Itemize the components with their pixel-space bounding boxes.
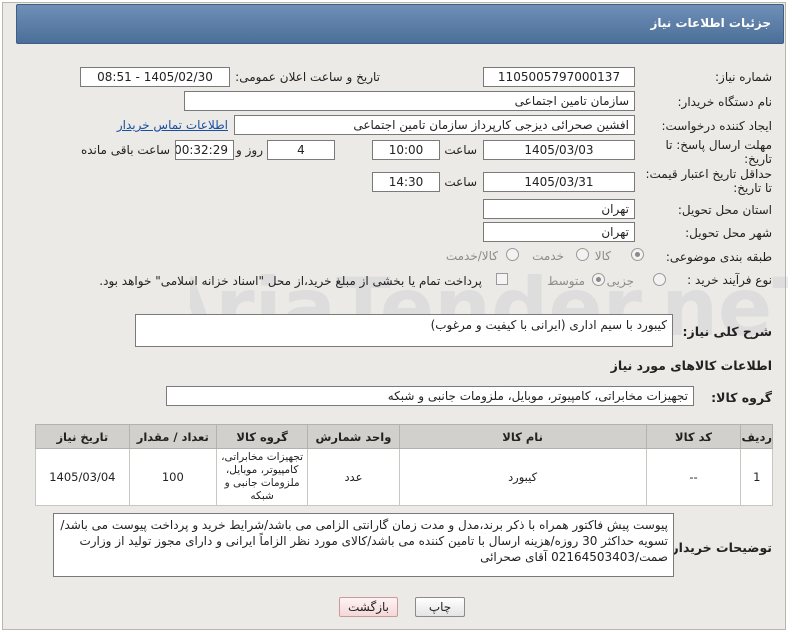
province-label: استان محل تحویل: xyxy=(677,203,772,217)
cell-group: تجهیزات مخابراتی، کامپیوتر، موبایل، ملزو… xyxy=(215,448,309,506)
buyer-notes-label: توضیحات خریدار: xyxy=(666,540,772,555)
cell-date: 1405/03/04 xyxy=(35,448,130,506)
col-code: کد کالا xyxy=(645,424,742,449)
process-radio-minor[interactable] xyxy=(653,273,666,286)
city-label: شهر محل تحویل: xyxy=(685,226,772,240)
col-unit: واحد شمارش xyxy=(307,424,400,449)
table-row: 1 -- کیبورد عدد تجهیزات مخابراتی، کامپیو… xyxy=(35,448,773,506)
treasury-payment-checkbox[interactable] xyxy=(496,273,508,285)
announce-datetime-label: تاریخ و ساعت اعلان عمومی: xyxy=(235,70,380,84)
title-bar: جزئیات اطلاعات نیاز xyxy=(16,4,784,44)
process-radio-medium[interactable] xyxy=(592,273,605,286)
items-section-title: اطلاعات کالاهای مورد نیاز xyxy=(610,358,772,373)
buyer-contact-link[interactable]: اطلاعات تماس خریدار xyxy=(117,118,228,132)
col-qty: تعداد / مقدار xyxy=(128,424,217,449)
process-type-label: نوع فرآیند خرید : xyxy=(687,273,772,287)
announce-datetime-field: 1405/02/30 - 08:51 xyxy=(80,67,230,87)
col-row: ردیف xyxy=(740,424,773,449)
category-label: طبقه بندی موضوعی: xyxy=(665,250,772,264)
remaining-time-label: ساعت باقی مانده xyxy=(80,143,170,157)
category-radio-service[interactable] xyxy=(576,248,589,261)
price-validity-label: حداقل تاریخ اعتبار قیمت: xyxy=(645,167,772,181)
need-number-field: 1105005797000137 xyxy=(483,67,635,87)
cell-code: -- xyxy=(645,448,742,506)
category-radio-goods-service[interactable] xyxy=(506,248,519,261)
category-option-goods-service: کالا/خدمت xyxy=(445,249,498,263)
general-desc-field: کیبورد با سیم اداری (ایرانی با کیفیت و م… xyxy=(135,314,673,347)
cell-qty: 100 xyxy=(128,448,217,506)
cell-unit: عدد xyxy=(307,448,400,506)
need-number-label: شماره نیاز: xyxy=(715,70,772,84)
back-button[interactable]: بازگشت xyxy=(339,597,398,617)
remaining-time-field: 00:32:29 xyxy=(175,140,234,160)
reply-deadline-label-2: تاریخ: xyxy=(744,152,772,166)
price-date-field: 1405/03/31 xyxy=(483,172,635,192)
col-name: نام کالا xyxy=(398,424,647,449)
process-option-medium: متوسط xyxy=(547,274,585,288)
days-remaining-field: 4 xyxy=(267,140,335,160)
process-option-minor: جزیی xyxy=(606,274,634,288)
items-table-header: ردیف کد کالا نام کالا واحد شمارش گروه کا… xyxy=(35,424,773,449)
cell-row: 1 xyxy=(740,448,773,506)
reply-deadline-label: مهلت ارسال پاسخ: تا xyxy=(665,138,772,152)
days-label: روز و xyxy=(236,143,263,157)
buyer-org-label: نام دستگاه خریدار: xyxy=(677,95,773,109)
print-button[interactable]: چاپ xyxy=(415,597,465,617)
requester-field: افشین صحرائی دیزجی کارپرداز سازمان تامین… xyxy=(234,115,635,135)
reply-time-label: ساعت xyxy=(444,143,477,157)
reply-time-field: 10:00 xyxy=(372,140,440,160)
col-date: تاریخ نیاز xyxy=(35,424,130,449)
goods-group-field: تجهیزات مخابراتی، کامپیوتر، موبایل، ملزو… xyxy=(166,386,694,406)
requester-label: ایجاد کننده درخواست: xyxy=(661,119,772,133)
city-field: تهران xyxy=(483,222,635,242)
cell-name: کیبورد xyxy=(398,448,647,506)
price-time-label: ساعت xyxy=(444,175,477,189)
items-table: ردیف کد کالا نام کالا واحد شمارش گروه کا… xyxy=(35,424,773,506)
buyer-notes-field: پیوست پیش فاکتور همراه با ذکر برند،مدل و… xyxy=(53,513,674,577)
category-option-goods: کالا xyxy=(594,249,611,263)
price-validity-label-2: تا تاریخ: xyxy=(733,181,772,195)
treasury-payment-note: پرداخت تمام یا بخشی از مبلغ خرید،از محل … xyxy=(99,274,482,288)
reply-date-field: 1405/03/03 xyxy=(483,140,635,160)
category-radio-goods[interactable] xyxy=(631,248,644,261)
col-group: گروه کالا xyxy=(215,424,309,449)
general-desc-label: شرح کلی نیاز: xyxy=(682,324,772,339)
price-time-field: 14:30 xyxy=(372,172,440,192)
page-title: جزئیات اطلاعات نیاز xyxy=(650,16,771,30)
goods-group-label: گروه کالا: xyxy=(711,390,772,405)
buyer-org-field: سازمان تامین اجتماعی xyxy=(184,91,635,111)
province-field: تهران xyxy=(483,199,635,219)
category-option-service: خدمت xyxy=(532,249,564,263)
